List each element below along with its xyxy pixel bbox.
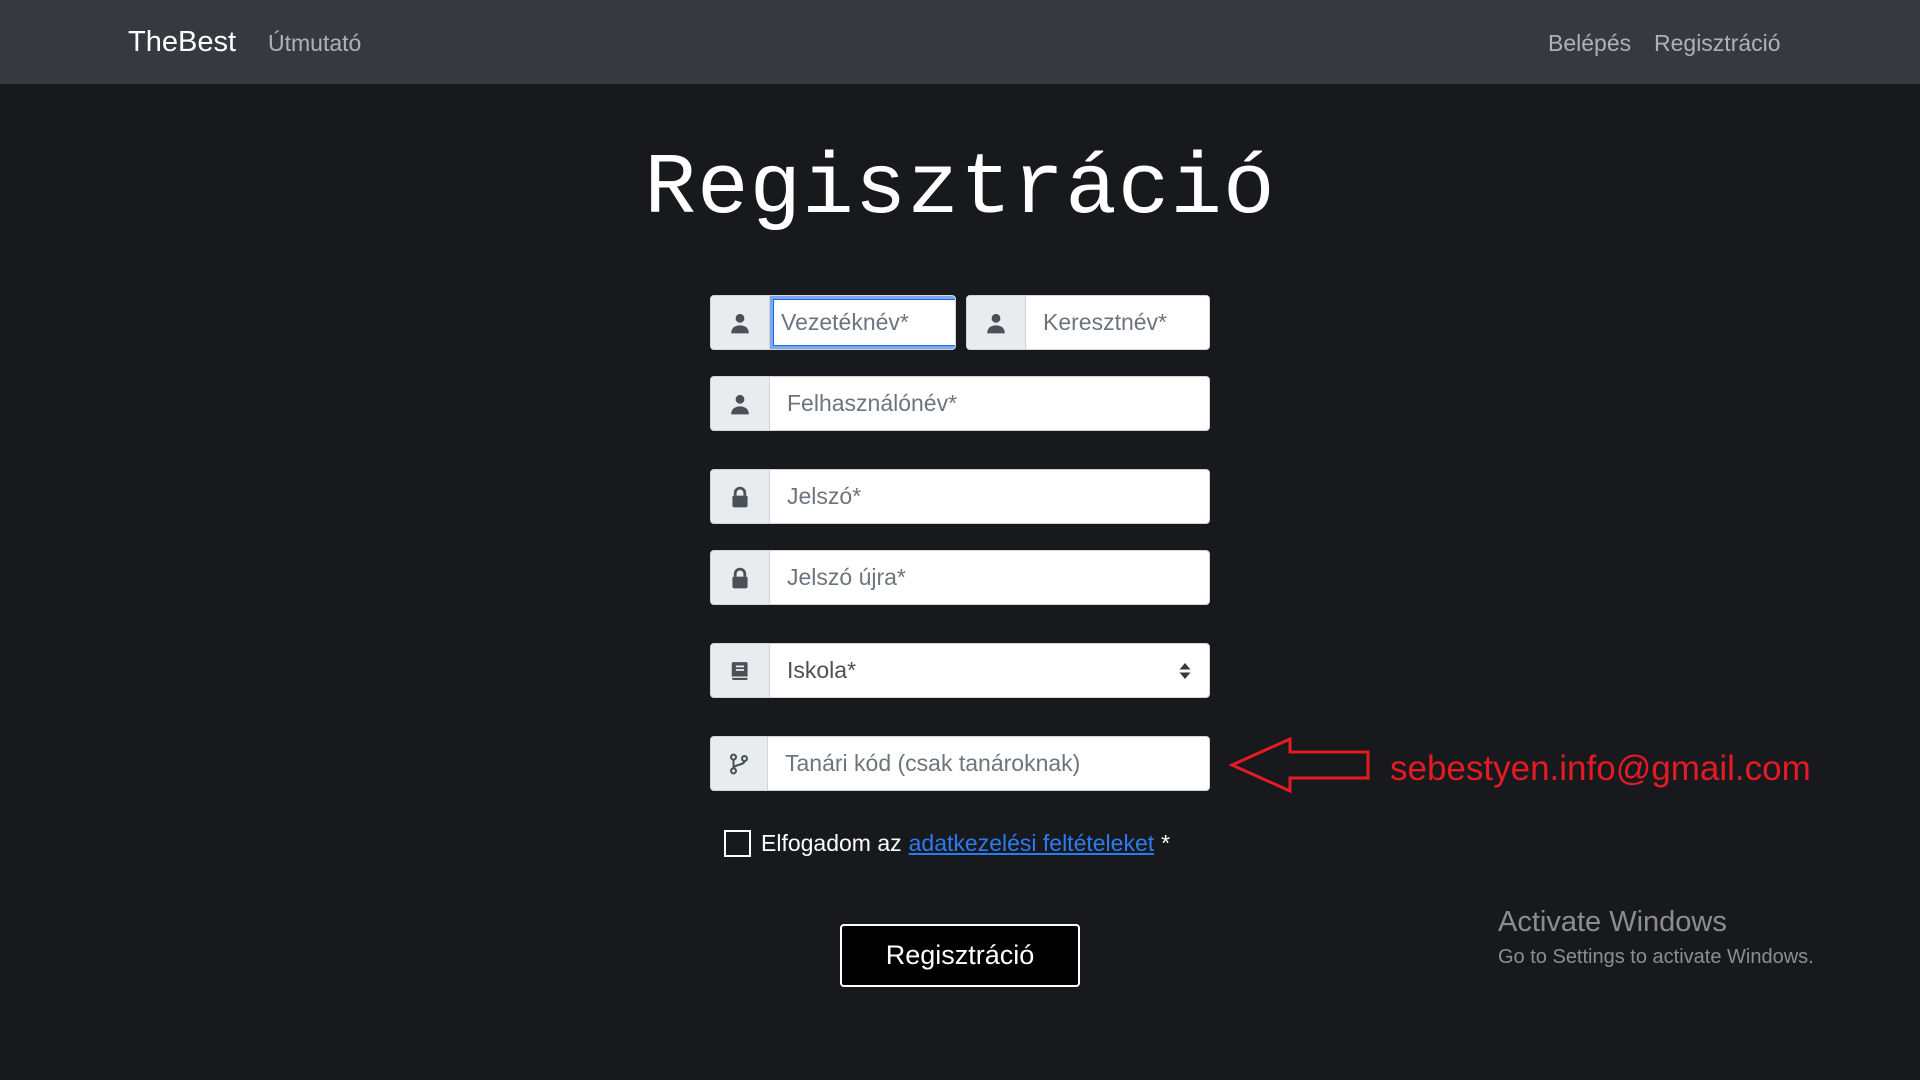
nav-link-register[interactable]: Regisztráció xyxy=(1654,27,1781,59)
watermark-title: Activate Windows xyxy=(1498,906,1727,938)
branch-icon xyxy=(711,737,768,790)
consent-row: Elfogadom az adatkezelési feltételeket * xyxy=(724,826,1170,860)
password-again-input[interactable] xyxy=(770,551,1209,604)
user-icon xyxy=(967,296,1026,349)
privacy-terms-link[interactable]: adatkezelési feltételeket xyxy=(909,830,1155,857)
school-select-value: Iskola* xyxy=(787,657,857,683)
first-name-field xyxy=(966,295,1210,350)
last-name-field xyxy=(710,295,956,350)
windows-activation-watermark: Activate Windows Go to Settings to activ… xyxy=(1498,904,1814,972)
annotation-email: sebestyen.info@gmail.com xyxy=(1390,749,1811,788)
username-input[interactable] xyxy=(770,377,1209,430)
sort-icon xyxy=(1179,662,1191,679)
teacher-code-input[interactable] xyxy=(768,737,1209,790)
register-button[interactable]: Regisztráció xyxy=(840,924,1080,987)
password-input[interactable] xyxy=(770,470,1209,523)
school-select[interactable]: Iskola* xyxy=(770,644,1209,697)
brand-link[interactable]: TheBest xyxy=(128,24,236,60)
navbar: TheBest Útmutató Belépés Regisztráció xyxy=(0,0,1920,84)
password-again-field xyxy=(710,550,1210,605)
book-icon xyxy=(711,644,770,697)
nav-link-guide[interactable]: Útmutató xyxy=(268,27,361,59)
teacher-code-field xyxy=(710,736,1210,791)
password-field xyxy=(710,469,1210,524)
consent-text: Elfogadom az xyxy=(761,829,902,856)
arrow-annotation xyxy=(1228,736,1370,794)
page-title: Regisztráció xyxy=(644,140,1276,238)
consent-checkbox[interactable] xyxy=(724,829,751,857)
first-name-input[interactable] xyxy=(1026,296,1209,349)
nav-link-login[interactable]: Belépés xyxy=(1548,27,1631,59)
watermark-subtitle: Go to Settings to activate Windows. xyxy=(1498,946,1814,968)
user-icon xyxy=(711,377,770,430)
required-marker: * xyxy=(1161,829,1171,856)
last-name-input[interactable] xyxy=(770,296,955,349)
school-field: Iskola* xyxy=(710,643,1210,698)
lock-icon xyxy=(711,551,770,604)
username-field xyxy=(710,376,1210,431)
lock-icon xyxy=(711,470,770,523)
user-icon xyxy=(711,296,770,349)
